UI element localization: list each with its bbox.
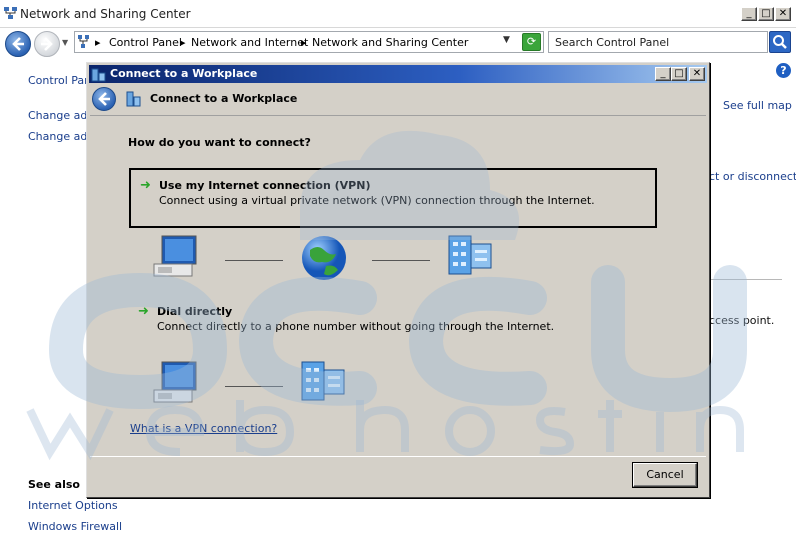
dialog-titlebar: Connect to a Workplace _ □ ✕ [89, 65, 707, 83]
back-arrow-icon [98, 92, 110, 106]
refresh-button[interactable]: ⟳ [522, 33, 541, 51]
search-icon [773, 35, 787, 49]
network-icon [4, 7, 17, 19]
sidebar-link-change-adapter[interactable]: Change ada [28, 109, 94, 122]
connect-disconnect-link[interactable]: ct or disconnect [709, 170, 796, 183]
access-point-text: ccess point. [709, 314, 775, 327]
sidebar-link-change-advanced[interactable]: Change adv [28, 130, 94, 143]
recent-pages-dropdown[interactable]: ▼ [62, 38, 68, 47]
dialog-maximize-button[interactable]: □ [671, 67, 687, 81]
search-button[interactable] [769, 31, 791, 53]
computer-icon [153, 235, 197, 277]
dialog-title: Connect to a Workplace [110, 67, 258, 80]
cancel-button[interactable]: Cancel [633, 463, 697, 487]
see-also-internet-options[interactable]: Internet Options [28, 499, 118, 512]
see-also-windows-firewall[interactable]: Windows Firewall [28, 520, 122, 533]
search-input[interactable]: Search Control Panel [548, 31, 768, 53]
window-title: Network and Sharing Center [20, 7, 191, 21]
breadcrumb-separator[interactable]: ▸ [301, 36, 307, 49]
address-bar[interactable]: ▸ Control Panel ▸ Network and Internet ▸… [74, 31, 544, 53]
help-button[interactable]: ? [776, 63, 791, 78]
option-vpn-description: Connect using a virtual private network … [159, 194, 595, 207]
option-dial-title: Dial directly [157, 305, 233, 318]
breadcrumb-separator[interactable]: ▸ [95, 36, 101, 49]
connection-line [372, 260, 430, 261]
dialog-header-title: Connect to a Workplace [150, 92, 298, 105]
workplace-icon [126, 91, 141, 107]
globe-icon [302, 236, 346, 280]
dialog-minimize-button[interactable]: _ [655, 67, 671, 81]
green-arrow-icon: ➜ [138, 304, 149, 319]
workplace-icon [91, 68, 106, 82]
forward-arrow-icon [41, 37, 53, 51]
back-arrow-icon [12, 37, 24, 51]
dialog-content: How do you want to connect? ➜ Use my Int… [90, 115, 706, 457]
breadcrumb-control-panel[interactable]: Control Panel [109, 36, 182, 49]
green-arrow-icon: ➜ [140, 178, 151, 193]
back-button[interactable] [5, 31, 31, 57]
vpn-help-link[interactable]: What is a VPN connection? [130, 422, 277, 435]
maximize-button[interactable]: □ [758, 7, 774, 21]
breadcrumb-separator[interactable]: ▸ [180, 36, 186, 49]
option-dial-description: Connect directly to a phone number witho… [157, 320, 555, 333]
option-vpn[interactable]: ➜ Use my Internet connection (VPN) Conne… [129, 168, 657, 228]
breadcrumb-network-internet[interactable]: Network and Internet [191, 36, 308, 49]
connection-line [225, 260, 283, 261]
dialog-back-button[interactable] [92, 87, 116, 111]
dialog-header: Connect to a Workplace [89, 84, 707, 114]
workplace-building-icon [448, 235, 492, 275]
address-dropdown-icon[interactable]: ▼ [503, 35, 510, 45]
option-vpn-title: Use my Internet connection (VPN) [159, 179, 371, 192]
forward-button[interactable] [34, 31, 60, 57]
computer-icon [153, 361, 197, 403]
connect-workplace-dialog: Connect to a Workplace _ □ ✕ Connect to … [86, 62, 710, 498]
see-also-heading: See also [28, 478, 80, 491]
close-button[interactable]: ✕ [775, 7, 791, 21]
minimize-button[interactable]: _ [741, 7, 757, 21]
see-full-map-link[interactable]: See full map [723, 99, 792, 112]
workplace-building-icon [301, 361, 345, 401]
option-dial-directly[interactable]: ➜ Dial directly Connect directly to a ph… [129, 296, 657, 336]
section-divider [708, 279, 782, 280]
connection-question: How do you want to connect? [128, 136, 311, 149]
control-panel-icon [78, 35, 89, 48]
dialog-close-button[interactable]: ✕ [689, 67, 705, 81]
breadcrumb-network-sharing-center[interactable]: Network and Sharing Center [312, 36, 468, 49]
window-titlebar: Network and Sharing Center _ □ ✕ [0, 0, 796, 28]
connection-line [225, 386, 283, 387]
